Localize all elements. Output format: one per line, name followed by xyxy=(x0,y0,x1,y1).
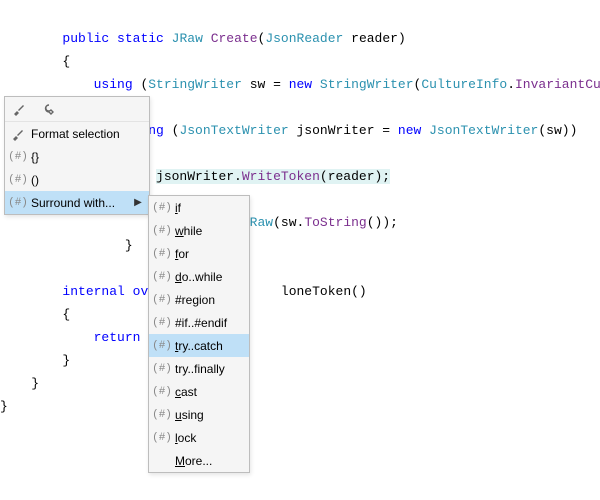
menu-label: More... xyxy=(175,454,245,468)
menu-label: while xyxy=(175,224,245,238)
menu-label: Surround with... xyxy=(31,196,131,210)
submenu-item-if[interactable]: (#) if xyxy=(149,196,249,219)
menu-label: cast xyxy=(175,385,245,399)
menu-item-format[interactable]: Format selection xyxy=(5,122,149,145)
submenu-item-while[interactable]: (#) while xyxy=(149,219,249,242)
selected-code: jsonWriter.WriteToken(reader); xyxy=(156,169,390,184)
snippet-icon: (#) xyxy=(152,225,172,237)
snippet-icon: (#) xyxy=(152,248,172,260)
submenu-item-region[interactable]: (#) #region xyxy=(149,288,249,311)
menu-label: if xyxy=(175,201,245,215)
snippet-icon: (#) xyxy=(152,202,172,214)
menu-item-braces[interactable]: (#) {} xyxy=(5,145,149,168)
menu-label: do..while xyxy=(175,270,245,284)
menu-label: for xyxy=(175,247,245,261)
snippet-icon: (#) xyxy=(152,340,172,352)
submenu-item-ifendif[interactable]: (#) #if..#endif xyxy=(149,311,249,334)
menu-label: () xyxy=(31,173,145,187)
submenu-item-lock[interactable]: (#) lock xyxy=(149,426,249,449)
menu-label: lock xyxy=(175,431,245,445)
submenu-item-cast[interactable]: (#) cast xyxy=(149,380,249,403)
menu-label: try..finally xyxy=(175,362,245,376)
wrench-icon[interactable] xyxy=(37,99,57,119)
snippet-icon: (#) xyxy=(152,271,172,283)
snippet-icon: (#) xyxy=(8,151,28,163)
paintbrush-icon xyxy=(5,127,31,141)
menu-item-parens[interactable]: (#) () xyxy=(5,168,149,191)
snippet-icon: (#) xyxy=(152,386,172,398)
menu-label: #region xyxy=(175,293,245,307)
submenu-item-more[interactable]: More... xyxy=(149,449,249,472)
menu-label: Format selection xyxy=(31,127,145,141)
submenu-arrow-icon: ▶ xyxy=(131,197,145,208)
submenu-item-for[interactable]: (#) for xyxy=(149,242,249,265)
paintbrush-icon[interactable] xyxy=(9,99,29,119)
snippet-icon: (#) xyxy=(152,409,172,421)
submenu-item-tryfinally[interactable]: (#) try..finally xyxy=(149,357,249,380)
menu-label: {} xyxy=(31,150,145,164)
menu-label: #if..#endif xyxy=(175,316,245,330)
snippet-icon: (#) xyxy=(152,294,172,306)
quick-actions-menu: Format selection (#) {} (#) () (#) Surro… xyxy=(4,96,150,215)
submenu-item-dowhile[interactable]: (#) do..while xyxy=(149,265,249,288)
kw-static: static xyxy=(117,31,164,46)
method-create: Create xyxy=(211,31,258,46)
snippet-icon: (#) xyxy=(8,197,28,209)
menu-item-surround-with[interactable]: (#) Surround with... ▶ xyxy=(5,191,149,214)
menu-label: using xyxy=(175,408,245,422)
menu-label: try..catch xyxy=(175,339,245,353)
submenu-item-trycatch[interactable]: (#) try..catch xyxy=(149,334,249,357)
kw-public: public xyxy=(62,31,109,46)
snippet-icon: (#) xyxy=(8,174,28,186)
type-jsonreader: JsonReader xyxy=(265,31,343,46)
snippet-icon: (#) xyxy=(152,432,172,444)
snippet-icon: (#) xyxy=(152,363,172,375)
surround-with-submenu: (#) if (#) while (#) for (#) do..while (… xyxy=(148,195,250,473)
type-jraw: JRaw xyxy=(172,31,203,46)
submenu-item-using[interactable]: (#) using xyxy=(149,403,249,426)
snippet-icon: (#) xyxy=(152,317,172,329)
menu-toolbar xyxy=(5,97,149,122)
